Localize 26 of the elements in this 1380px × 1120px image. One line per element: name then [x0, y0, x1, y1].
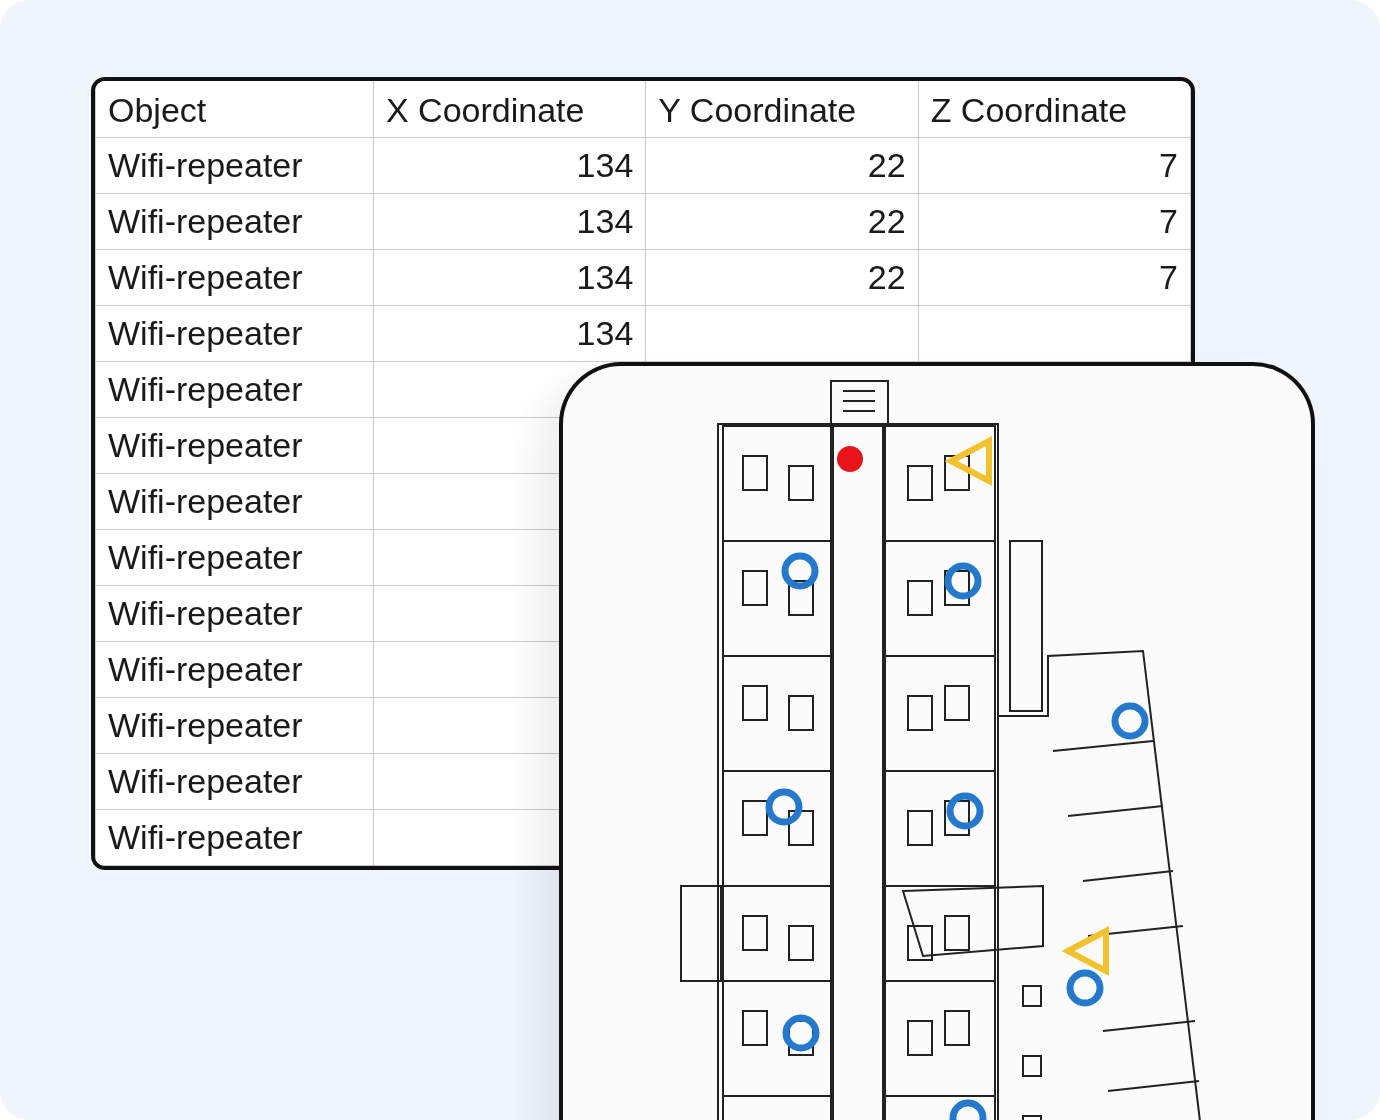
table-cell: Wifi-repeater — [108, 313, 303, 352]
table-cell: Wifi-repeater — [108, 257, 303, 296]
table-cell: Wifi-repeater — [108, 537, 303, 576]
table-cell: 22 — [867, 201, 906, 240]
table-cell: Wifi-repeater — [108, 761, 303, 800]
table-cell: Wifi-repeater — [108, 649, 303, 688]
table-cell: 22 — [867, 257, 906, 296]
table-cell: Wifi-repeater — [108, 817, 303, 856]
column-header: Object — [95, 81, 374, 137]
table-cell: 134 — [576, 201, 634, 240]
column-header: Y Coordinate — [645, 81, 919, 137]
table-cell: 22 — [867, 145, 906, 184]
table-cell: 7 — [1159, 257, 1178, 296]
table-cell: Wifi-repeater — [108, 201, 303, 240]
table-cell: Wifi-repeater — [108, 705, 303, 744]
table-cell: Wifi-repeater — [108, 481, 303, 520]
table-cell: Wifi-repeater — [108, 593, 303, 632]
table-cell: 7 — [1159, 201, 1178, 240]
table-cell: 134 — [576, 257, 634, 296]
table-cell: Wifi-repeater — [108, 369, 303, 408]
column-header: X Coordinate — [373, 81, 646, 137]
table-cell: 134 — [576, 313, 634, 352]
table-cell: Wifi-repeater — [108, 425, 303, 464]
table-cell: 134 — [576, 145, 634, 184]
table-cell: Wifi-repeater — [108, 145, 303, 184]
table-cell: 7 — [1159, 145, 1178, 184]
